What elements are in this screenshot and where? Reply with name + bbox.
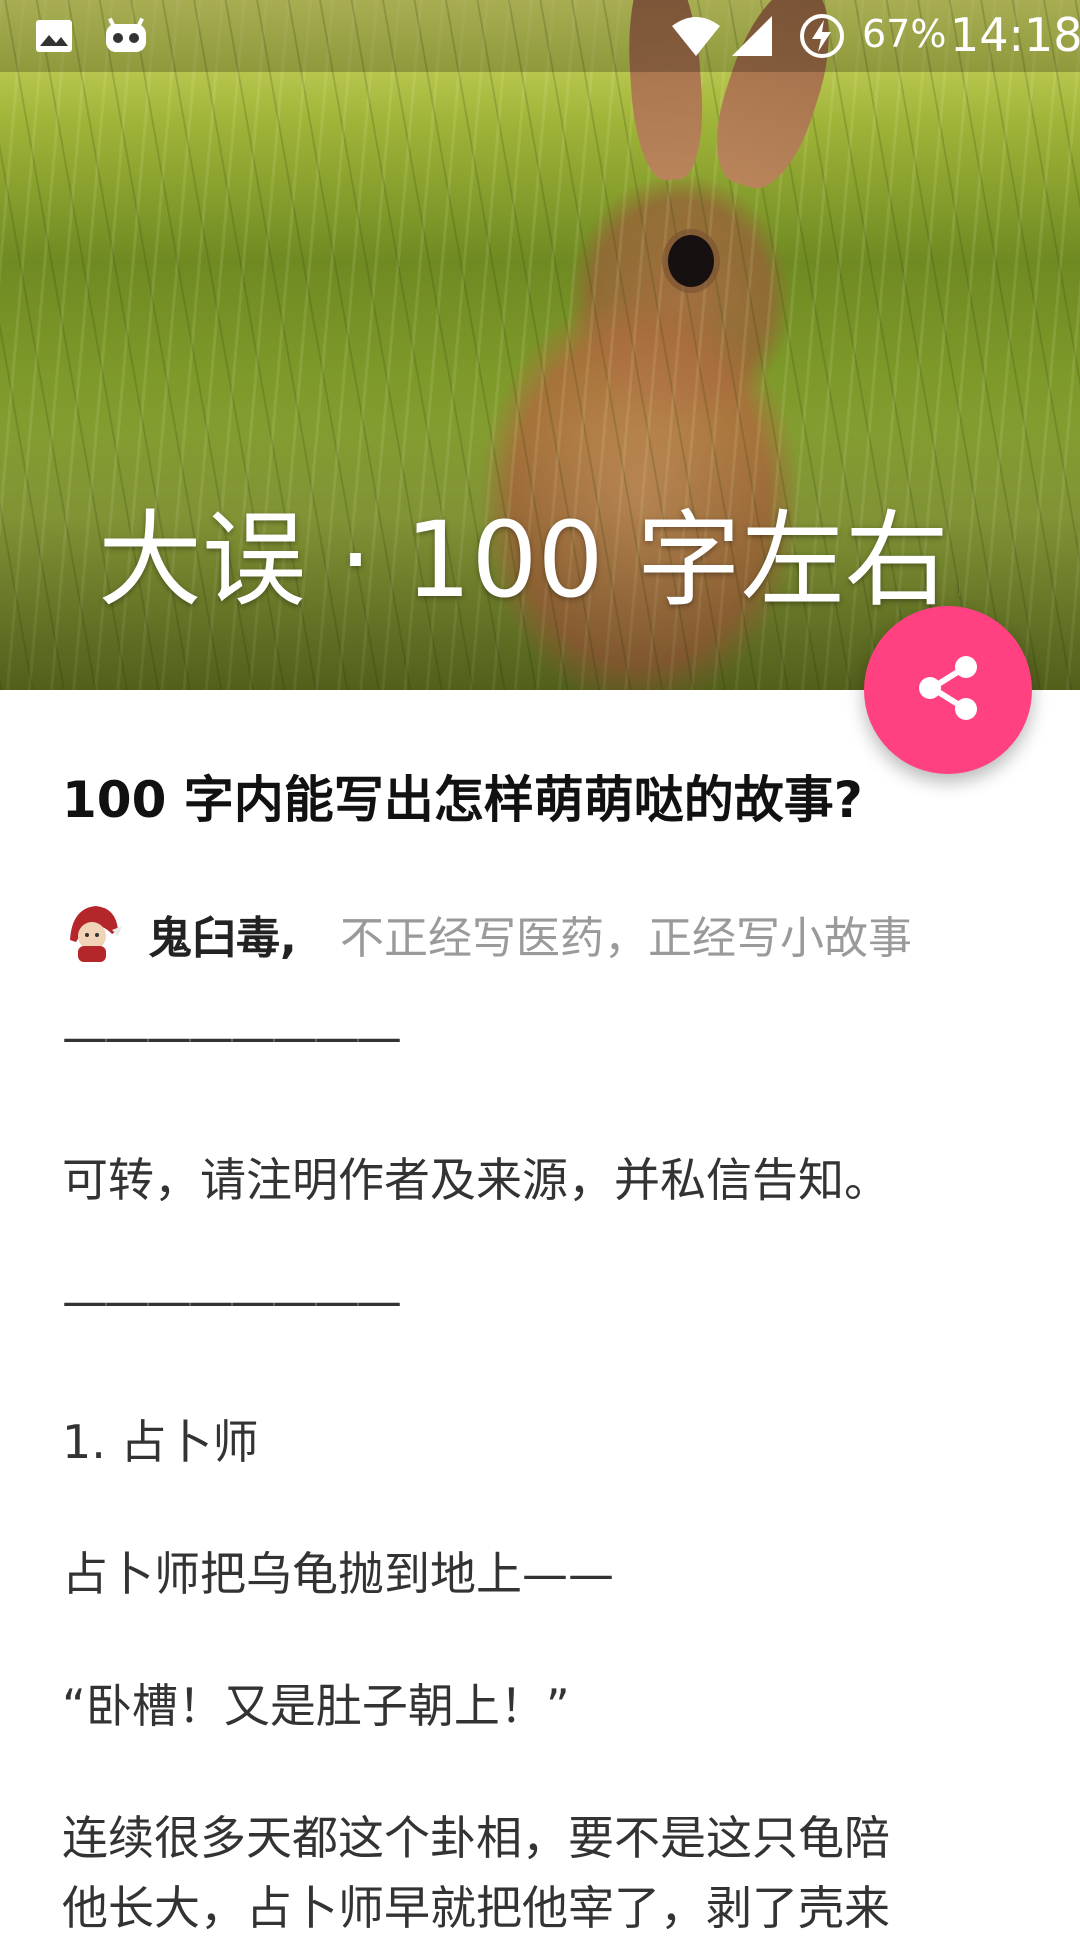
paragraph: 占卜师把乌龟抛到地上—— [62,1547,614,1601]
status-bar: 67% 14:18 [0,0,1080,72]
paragraph: 连续很多天都这个卦相，要不是这只龟陪 [62,1811,890,1865]
paragraph: 他长大，占卜师早就把他宰了，剥了壳来 [62,1881,890,1935]
author-name[interactable]: 鬼臼毒, [148,902,297,966]
share-button[interactable] [864,606,1032,774]
android-debug-icon [104,16,148,60]
divider-text: ———————— [62,1010,402,1064]
question-title: 100 字内能写出怎样萌萌哒的故事? [62,771,863,829]
page-title: 大误 · 100 字左右... [98,500,960,620]
header-image: 大误 · 100 字左右... [0,0,1080,690]
paragraph: “卧槽！又是肚子朝上！” [62,1679,570,1733]
paragraph: 可转，请注明作者及来源，并私信告知。 [62,1153,890,1207]
paragraph: 1. 占卜师 [62,1415,259,1469]
wifi-icon [670,14,722,62]
gallery-icon [34,16,74,60]
cell-signal-icon [730,14,774,62]
divider-text: ———————— [62,1274,402,1328]
share-icon [910,650,986,730]
author-row[interactable]: 鬼臼毒, 不正经写医药，正经写小故事 [62,896,1022,966]
battery-percent: 67% [862,12,947,56]
avatar[interactable] [62,900,124,962]
clock: 14:18 [950,8,1080,62]
battery-charging-icon [798,12,846,64]
rabbit-eye [668,235,714,287]
author-bio: 不正经写医药，正经写小故事 [340,913,912,964]
